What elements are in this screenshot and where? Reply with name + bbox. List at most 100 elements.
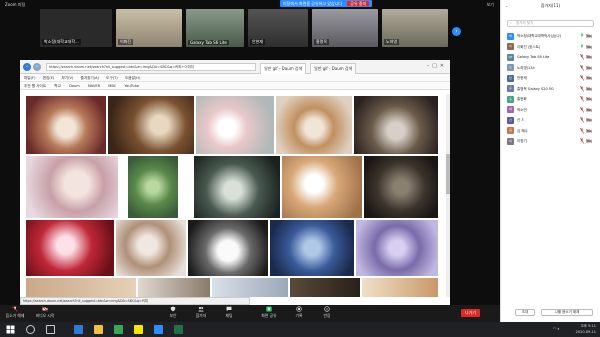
coffee-image-tile[interactable] [270,220,354,276]
chrome-icon[interactable] [114,325,123,334]
thumbnail-4[interactable]: 홍명옥 [312,9,378,47]
video-off-icon[interactable] [586,118,592,122]
coffee-image-tile[interactable] [282,156,362,218]
microphone-muted-icon[interactable] [580,54,584,60]
participant-row[interactable]: 신신 3 [505,115,596,126]
browser-tab-2[interactable]: 일반 gif - Daum 검색 [310,63,357,74]
excel-icon[interactable] [174,325,183,334]
microphone-muted-icon[interactable] [580,85,584,92]
vertical-scrollbar[interactable] [446,94,450,297]
wifi-icon[interactable]: ◠ [553,326,557,331]
microphone-muted-icon[interactable] [580,106,584,113]
participant-row[interactable]: 김김 혜수 [505,126,596,137]
security-button[interactable]: 보안 [160,306,186,319]
microphone-muted-icon[interactable] [580,138,584,144]
coffee-image-tile[interactable] [290,278,360,297]
back-arrow-icon[interactable]: ‹ [23,63,31,71]
menu-tools[interactable]: 도구(T) [106,76,118,80]
coffee-image-tile[interactable] [26,220,114,276]
menu-help[interactable]: 도움말(H) [125,76,140,80]
start-video-button[interactable]: 비디오 시작 [32,306,58,319]
participant-row[interactable]: 이 이정기 [505,136,596,147]
task-view-icon[interactable] [46,325,55,334]
browser-tab-1[interactable]: 일반 gif - Daum 검색 [260,63,307,74]
video-off-icon[interactable] [586,76,592,80]
chat-button[interactable]: 채팅 [216,306,242,319]
thumbnail-0[interactable]: 박소정(대학교대학... [40,9,112,47]
coffee-image-tile[interactable] [108,96,194,154]
thumbnail-1[interactable]: 이화진 [116,9,182,47]
coffee-image-tile[interactable] [362,278,438,297]
stop-share-button[interactable]: 공유 중지 [347,1,370,6]
coffee-image-tile[interactable] [26,96,106,154]
coffee-image-tile[interactable] [188,220,268,276]
favorite-link[interactable]: MBC [108,84,116,88]
coffee-image-tile[interactable] [116,220,186,276]
favorite-link[interactable]: NAVER [88,84,100,88]
microphone-icon[interactable] [580,43,584,50]
coffee-image-tile[interactable] [138,278,210,297]
zoom-icon[interactable] [154,325,163,334]
thumbnail-2[interactable]: Galaxy Tab S6 Lite [186,9,244,47]
video-off-icon[interactable] [586,34,592,38]
coffee-image-tile[interactable] [196,96,274,154]
participant-row[interactable]: 홍 홍현화 [505,94,596,105]
taskbar-clock[interactable]: 오후 9:11 2020-09-11 [576,323,596,335]
video-off-icon[interactable] [586,97,592,101]
volume-icon[interactable]: 🔈︎ [558,326,560,331]
coffee-image-tile[interactable] [26,156,118,218]
unmute-me-button[interactable]: 나를 음소거 해제 [541,309,593,316]
coffee-image-tile[interactable] [364,156,438,218]
favorite-link[interactable]: 학교 [54,84,61,88]
video-off-icon[interactable] [586,139,592,143]
video-off-icon[interactable] [586,65,592,70]
participant-row[interactable]: 박 박소연 [505,105,596,116]
participant-row[interactable]: 박 박소정(대학교대학박사님)(나) [505,31,596,42]
share-screen-button[interactable]: 화면 공유 [256,306,282,319]
record-button[interactable]: 기록 [286,306,312,319]
microphone-muted-icon[interactable] [580,96,584,102]
reactions-button[interactable]: 반응 [314,306,340,319]
video-off-icon[interactable] [586,44,592,49]
thumbnail-3[interactable]: 안현재 [248,9,308,47]
kakao-icon[interactable] [134,325,143,334]
video-off-icon[interactable] [586,128,592,133]
microphone-muted-icon[interactable] [580,117,584,123]
forward-arrow-icon[interactable]: › [33,63,41,71]
favorite-link[interactable]: 추천 웹 사이트 [24,84,46,88]
coffee-image-tile[interactable] [194,156,280,218]
coffee-image-tile[interactable] [128,156,178,218]
coffee-image-tile[interactable] [212,278,288,297]
participant-row[interactable]: 이 이화진 (호스트) [505,42,596,53]
edge-icon[interactable] [74,325,83,334]
coffee-image-tile[interactable] [26,278,136,297]
microphone-muted-icon[interactable] [580,127,584,134]
search-icon[interactable] [26,325,35,334]
thumbnail-5[interactable]: 노하영 [382,9,448,47]
file-explorer-icon[interactable] [94,325,103,334]
favorite-link[interactable]: YouTube [124,84,139,88]
video-off-icon[interactable] [586,55,592,59]
window-controls[interactable]: –□✕ [427,63,447,69]
microphone-icon[interactable] [580,33,584,39]
video-off-icon[interactable] [586,86,592,91]
menu-view[interactable]: 보기(V) [61,76,73,80]
participant-row[interactable]: GT Galaxy Tab S6 Lite [505,52,596,63]
coffee-image-tile[interactable] [356,220,438,276]
next-page-arrow-icon[interactable]: › [452,27,461,36]
menu-file[interactable]: 파일(F) [24,76,35,80]
address-bar[interactable]: https://search.daum.net/search?nil_sugge… [46,63,256,71]
participant-search-input[interactable]: ⌕ 참가자 찾기 [507,20,594,27]
menu-edit[interactable]: 편집(E) [43,76,55,80]
microphone-muted-icon[interactable] [580,64,584,71]
invite-button[interactable]: 초대 [515,309,535,316]
favorite-link[interactable]: Daum [69,84,80,88]
view-button[interactable]: 보기 [487,2,494,8]
participant-row[interactable]: 노 노하영(134 [505,63,596,74]
coffee-image-tile[interactable] [354,96,438,154]
menu-favorites[interactable]: 즐겨찾기(A) [81,76,100,80]
participants-button[interactable]: 참가자 [188,306,214,319]
coffee-image-tile[interactable] [276,96,352,154]
scrollbar-thumb[interactable] [446,154,450,194]
microphone-muted-icon[interactable] [580,75,584,81]
